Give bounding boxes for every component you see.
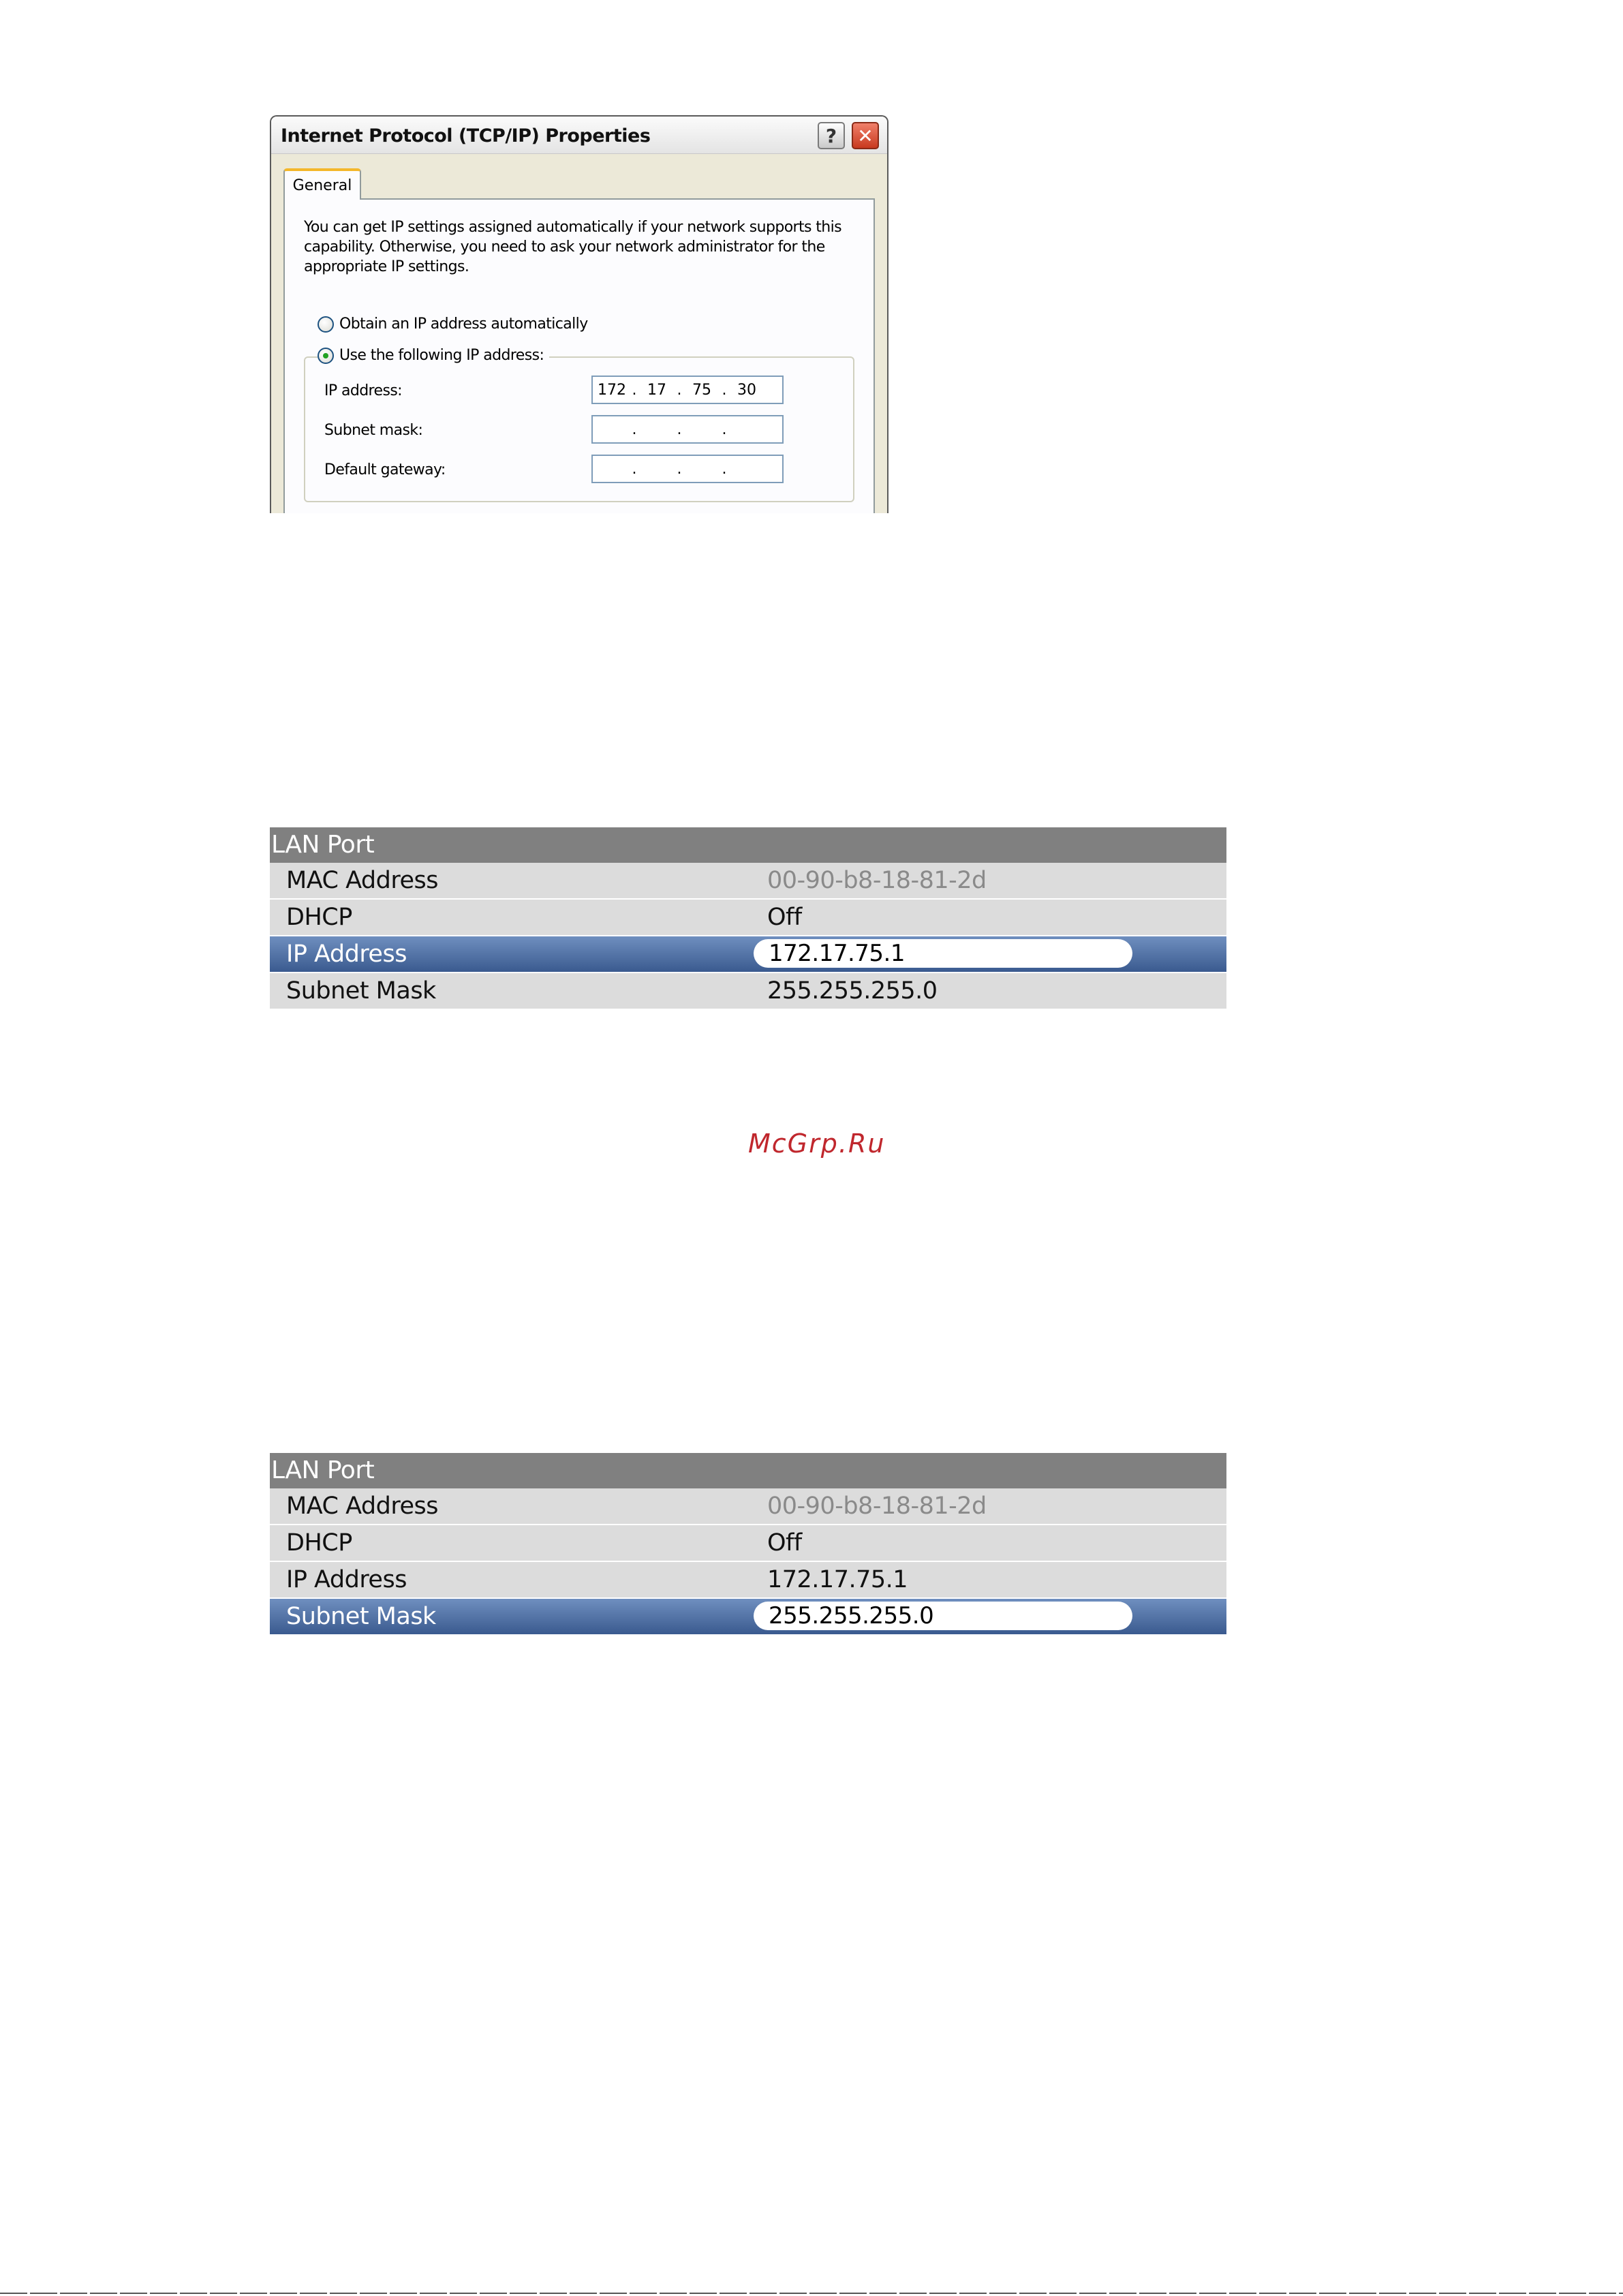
lan-row-dhcp[interactable]: DHCP Off <box>270 1525 1226 1562</box>
ip-separator: . <box>632 381 637 399</box>
subnet-mask-edit-field[interactable]: 255.255.255.0 <box>754 1602 1132 1630</box>
close-icon: ✕ <box>857 124 874 147</box>
ip-address-input[interactable]: 172 . 17 . 75 . 30 <box>591 376 784 404</box>
ip-separator: . <box>677 381 682 399</box>
ip-address-edit-field[interactable]: 172.17.75.1 <box>754 939 1132 968</box>
row-key: Subnet Mask <box>286 977 436 1005</box>
ip-separator: . <box>677 460 682 478</box>
row-value: 00-90-b8-18-81-2d <box>767 867 987 894</box>
radio-button[interactable] <box>318 316 334 333</box>
help-button[interactable]: ? <box>818 122 845 149</box>
ip-separator: . <box>632 420 637 438</box>
radio-button-checked[interactable] <box>318 347 334 364</box>
radio-label: Use the following IP address: <box>339 347 544 364</box>
lan-row-subnet-mask[interactable]: Subnet Mask 255.255.255.0 <box>270 973 1226 1010</box>
tcpip-properties-dialog: Internet Protocol (TCP/IP) Properties ? … <box>270 115 888 513</box>
lan-port-header: LAN Port <box>270 827 1226 863</box>
row-key: MAC Address <box>286 867 438 894</box>
general-tab-panel: You can get IP settings assigned automat… <box>283 198 875 513</box>
lan-row-ip-address-selected[interactable]: IP Address 172.17.75.1 <box>270 936 1226 973</box>
row-value: 172.17.75.1 <box>767 1566 908 1593</box>
ip-octet: 75 <box>692 381 711 399</box>
radio-obtain-automatically[interactable]: Obtain an IP address automatically <box>318 316 588 333</box>
row-key: Subnet Mask <box>286 1603 436 1630</box>
default-gateway-input[interactable]: . . . <box>591 455 784 483</box>
row-value: 00-90-b8-18-81-2d <box>767 1493 987 1520</box>
lan-port-header: LAN Port <box>270 1453 1226 1488</box>
subnet-mask-label: Subnet mask: <box>324 422 423 439</box>
ip-octet: 172 <box>598 381 626 399</box>
radio-use-following[interactable]: Use the following IP address: <box>318 347 550 364</box>
lan-row-ip-address[interactable]: IP Address 172.17.75.1 <box>270 1562 1226 1599</box>
row-key: MAC Address <box>286 1493 438 1520</box>
lan-row-mac-address[interactable]: MAC Address 00-90-b8-18-81-2d <box>270 863 1226 900</box>
watermark: McGrp.Ru <box>748 1129 886 1159</box>
help-icon: ? <box>825 124 837 147</box>
lan-row-dhcp[interactable]: DHCP Off <box>270 900 1226 936</box>
row-key: DHCP <box>286 1529 352 1557</box>
subnet-mask-input[interactable]: . . . <box>591 415 784 444</box>
row-value: 255.255.255.0 <box>767 977 938 1005</box>
ip-address-label: IP address: <box>324 382 403 399</box>
intro-text: You can get IP settings assigned automat… <box>304 219 842 275</box>
radio-label: Obtain an IP address automatically <box>339 316 588 333</box>
row-value: Off <box>767 904 802 931</box>
dialog-title: Internet Protocol (TCP/IP) Properties <box>281 125 651 147</box>
lan-row-subnet-mask-selected[interactable]: Subnet Mask 255.255.255.0 <box>270 1599 1226 1636</box>
row-value: Off <box>767 1529 802 1557</box>
lan-row-mac-address[interactable]: MAC Address 00-90-b8-18-81-2d <box>270 1488 1226 1525</box>
default-gateway-label: Default gateway: <box>324 461 446 478</box>
lan-port-table-subnet: LAN Port MAC Address 00-90-b8-18-81-2d D… <box>270 1453 1226 1636</box>
page-bottom-rule <box>0 2293 1623 2294</box>
close-button[interactable]: ✕ <box>852 122 879 149</box>
lan-port-table-ip: LAN Port MAC Address 00-90-b8-18-81-2d D… <box>270 827 1226 1010</box>
ip-octet: 30 <box>737 381 756 399</box>
ip-separator: . <box>632 460 637 478</box>
row-key: IP Address <box>286 940 407 968</box>
tab-general[interactable]: General <box>283 168 361 200</box>
row-key: DHCP <box>286 904 352 931</box>
ip-octet: 17 <box>647 381 666 399</box>
dialog-titlebar[interactable]: Internet Protocol (TCP/IP) Properties ? … <box>271 117 887 154</box>
ip-separator: . <box>722 420 727 438</box>
row-key: IP Address <box>286 1566 407 1593</box>
ip-separator: . <box>677 420 682 438</box>
ip-separator: . <box>722 460 727 478</box>
ip-separator: . <box>722 381 727 399</box>
